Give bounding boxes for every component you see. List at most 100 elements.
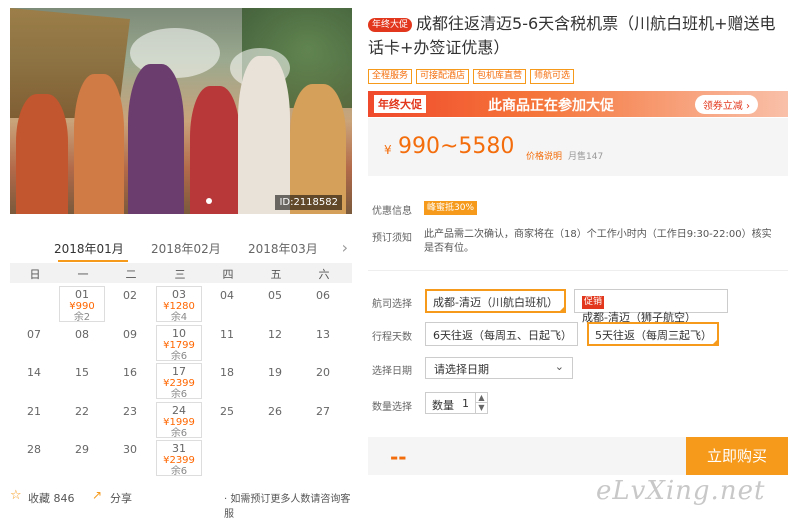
calendar-day: 08	[59, 325, 105, 361]
calendar-day: 29	[59, 440, 105, 476]
qty-name: 数量	[432, 399, 454, 412]
calendar-day: 14	[11, 363, 57, 399]
day-number: 12	[268, 328, 282, 341]
calendar-day-available[interactable]: 10 ¥1799 余6	[156, 325, 202, 362]
star-icon[interactable]: ☆	[10, 488, 22, 503]
calendar-day: 22	[59, 402, 105, 438]
day-number: 29	[75, 443, 89, 456]
day-number: 18	[220, 366, 234, 379]
route-option-a-label: 成都-清迈（川航白班机）	[433, 296, 558, 309]
day-number: 03	[172, 288, 186, 301]
day-stock: 余6	[170, 428, 188, 439]
qty-value: 1	[462, 397, 469, 410]
day-price: ¥990	[69, 301, 95, 312]
date-select[interactable]: 请选择日期 ⌄	[425, 357, 573, 379]
day-stock: 余6	[170, 389, 188, 400]
calendar-day: 23	[107, 402, 153, 438]
promo-text: 此商品正在参加大促	[488, 98, 614, 114]
day-price: ¥1999	[163, 417, 195, 428]
day-number: 31	[172, 442, 186, 455]
calendar-day: 20	[300, 363, 346, 399]
day-number: 21	[27, 405, 41, 418]
day-number: 28	[27, 443, 41, 456]
tab-month-2[interactable]: 2018年02月	[151, 240, 221, 257]
weekday: 三	[174, 268, 186, 281]
person	[128, 64, 184, 214]
calendar-day-available[interactable]: 31 ¥2399 余6	[156, 440, 202, 477]
calendar-day	[300, 440, 346, 476]
calendar-day-available[interactable]: 03 ¥1280 余4	[156, 286, 202, 323]
share-button[interactable]: 分享	[110, 490, 132, 506]
day-number: 01	[75, 288, 89, 301]
day-stock: 余6	[170, 466, 188, 477]
notice-value: 此产品需二次确认，商家将在（18）个工作小时内（工作日9:30-22:00）核实…	[424, 229, 772, 254]
buy-now-button[interactable]: 立即购买	[686, 437, 788, 475]
calendar-week-row: 21 22 23 24 ¥1999 余6 25 26 27	[10, 402, 352, 440]
calendar-week-row: 14 15 16 17 ¥2399 余6 18 19 20	[10, 363, 352, 401]
day-number: 04	[220, 289, 234, 302]
day-number: 05	[268, 289, 282, 302]
person	[190, 86, 240, 214]
month-tabs: 2018年01月 2018年02月 2018年03月 ›	[10, 234, 352, 262]
total-price-placeholder: --	[390, 445, 407, 469]
service-tags: 全程服务 可接配酒店 包机库直营 师航可选	[368, 67, 578, 84]
person	[238, 56, 290, 214]
route-option-a[interactable]: 成都-清迈（川航白班机）	[425, 289, 566, 313]
product-title: 年终大促 成都往返清迈5-6天含税机票（川航白班机+赠送电话卡+办签证优惠）	[368, 12, 790, 60]
notice-label: 预订须知	[372, 233, 412, 244]
more-people-note[interactable]: · 如需预订更多人数请咨询客服	[224, 490, 352, 520]
service-tag: 全程服务	[368, 69, 413, 84]
tab-month-3[interactable]: 2018年03月	[248, 240, 318, 257]
day-number: 20	[316, 366, 330, 379]
days-option-b-label: 5天往返（每周三起飞）	[595, 329, 712, 342]
carousel-dot[interactable]	[206, 198, 212, 204]
route-option-b[interactable]: 促销成都-清迈（狮子航空）	[574, 289, 728, 324]
calendar-day	[11, 286, 57, 322]
chevron-right-icon[interactable]: ›	[342, 238, 348, 257]
service-tag: 可接配酒店	[416, 69, 470, 84]
day-number: 27	[316, 405, 330, 418]
promo-label: 年终大促	[374, 95, 426, 113]
active-month-indicator	[58, 260, 128, 262]
calendar-day-available[interactable]: 24 ¥1999 余6	[156, 402, 202, 439]
calendar-day-available[interactable]: 01 ¥990 余2	[59, 286, 105, 323]
favorite-button[interactable]: 收藏 846	[28, 490, 75, 506]
weekday: 日	[29, 268, 41, 281]
day-number: 09	[123, 328, 137, 341]
calendar-day: 19	[252, 363, 298, 399]
day-number: 16	[123, 366, 137, 379]
coupon-button[interactable]: 领券立减 ›	[694, 95, 758, 114]
discount-label: 优惠信息	[372, 206, 412, 217]
quantity-stepper[interactable]: 数量 1 ▲ ▼	[425, 392, 488, 414]
calendar-day-available[interactable]: 17 ¥2399 余6	[156, 363, 202, 400]
weekday-header: 日 一 二 三 四 五 六	[10, 263, 352, 283]
calendar-day: 15	[59, 363, 105, 399]
qty-label: 数量选择	[372, 402, 412, 413]
day-number: 07	[27, 328, 41, 341]
decrement-icon[interactable]: ▼	[475, 403, 487, 413]
day-number: 06	[316, 289, 330, 302]
tab-month-1[interactable]: 2018年01月	[54, 240, 124, 257]
day-stock: 余6	[170, 351, 188, 362]
price-explanation-link[interactable]: 价格说明	[526, 149, 562, 162]
date-label: 选择日期	[372, 366, 412, 377]
product-actions: ☆ 收藏 846 ↗ 分享 · 如需预订更多人数请咨询客服	[10, 488, 352, 520]
calendar-day: 26	[252, 402, 298, 438]
route-label: 航司选择	[372, 299, 412, 310]
day-price: ¥2399	[163, 455, 195, 466]
discount-value-wrap: 峰蜜抵30%	[424, 201, 780, 215]
buy-bar: -- 立即购买	[368, 437, 788, 475]
title-text: 成都往返清迈5-6天含税机票（川航白班机+赠送电话卡+办签证优惠）	[368, 14, 776, 57]
calendar-day: 05	[252, 286, 298, 322]
day-number: 17	[172, 365, 186, 378]
days-option-b[interactable]: 5天往返（每周三起飞）	[587, 322, 719, 346]
days-option-a[interactable]: 6天往返（每周五、日起飞）	[425, 322, 578, 346]
discount-chip: 峰蜜抵30%	[424, 201, 478, 215]
share-icon[interactable]: ↗	[92, 488, 102, 502]
weekday: 五	[270, 268, 282, 281]
product-photo[interactable]: ID:2118582	[10, 8, 352, 214]
calendar-day: 25	[204, 402, 250, 438]
day-number: 14	[27, 366, 41, 379]
increment-icon[interactable]: ▲	[475, 393, 487, 403]
photo-id-label: ID:2118582	[275, 195, 342, 210]
